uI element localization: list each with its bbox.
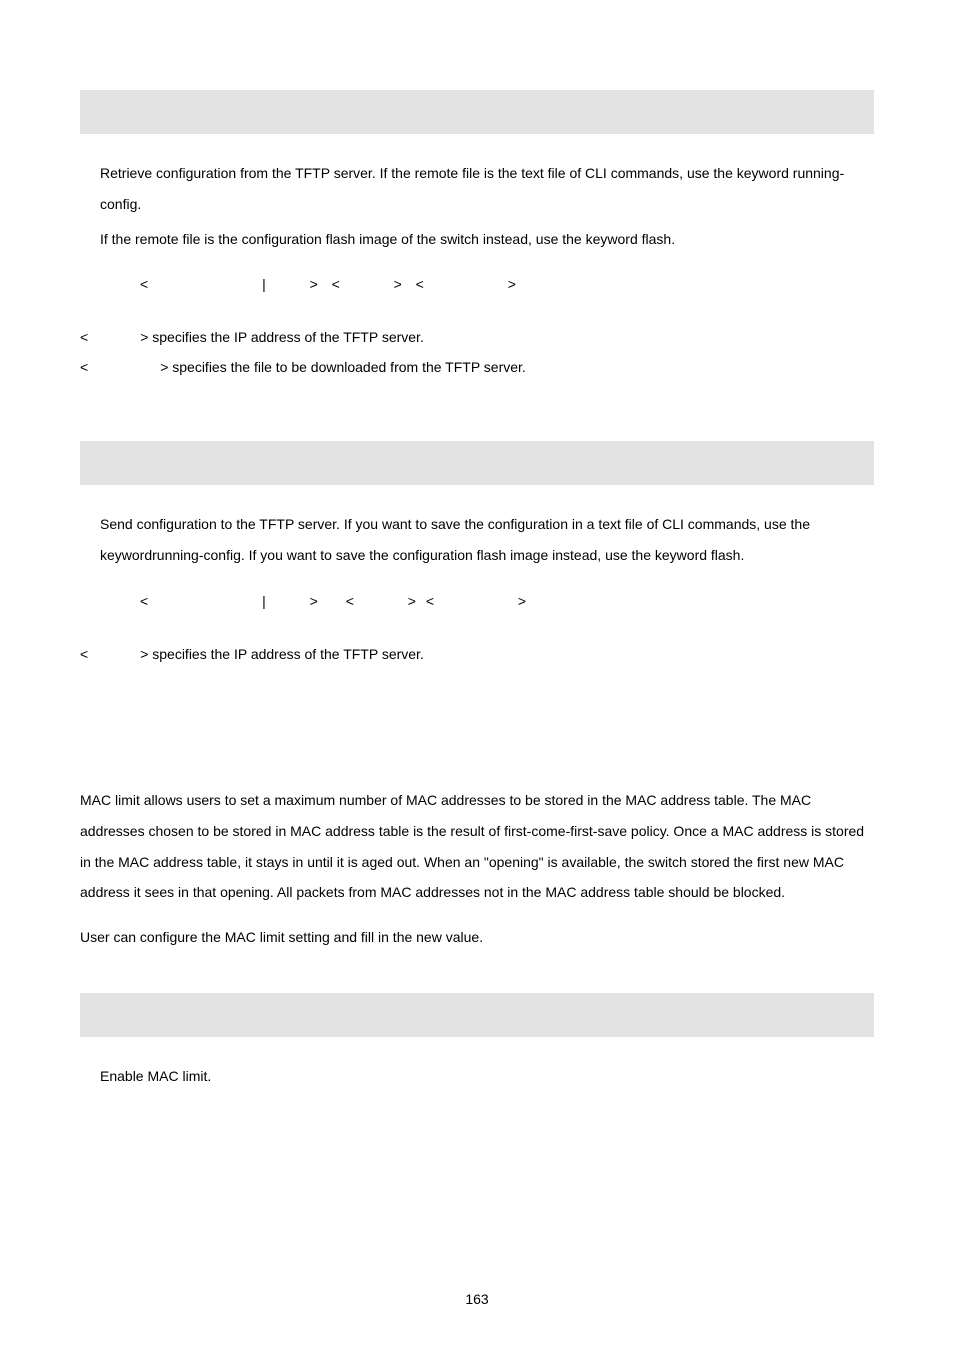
section-heading-mac-limit: MAC Limit (80, 728, 874, 755)
body-paragraph: User can configure the MAC limit setting… (80, 922, 874, 953)
parameter-text: > specifies the IP address of the TFTP s… (140, 646, 424, 662)
page-number: 163 (0, 1289, 954, 1310)
section-heading-copy-running-config-tftp: copy running-config tftp (80, 441, 874, 485)
body-paragraph: Retrieve configuration from the TFTP ser… (80, 158, 874, 220)
parameter-line: < > specifies the file to be downloaded f… (80, 353, 874, 381)
parameter-text: > specifies the IP address of the TFTP s… (140, 329, 424, 345)
angle-bracket: < (80, 359, 88, 375)
angle-bracket: > (310, 593, 318, 609)
angle-bracket: > (408, 593, 416, 609)
angle-bracket: > (394, 276, 402, 292)
angle-bracket: > (508, 276, 516, 292)
document-page: copy tftp Retrieve configuration from th… (0, 0, 954, 1350)
section-heading-copy-tftp: copy tftp (80, 90, 874, 134)
angle-bracket: < (332, 276, 340, 292)
angle-bracket: < (80, 646, 88, 662)
pipe-char: | (262, 276, 266, 292)
parameter-text: > specifies the file to be downloaded fr… (160, 359, 526, 375)
angle-bracket: > (310, 276, 318, 292)
angle-bracket: < (346, 593, 354, 609)
parameter-line: < > specifies the IP address of the TFTP … (80, 323, 874, 351)
body-paragraph: Enable MAC limit. (80, 1061, 874, 1092)
syntax-line: < | > < > < > (80, 274, 874, 295)
angle-bracket: < (416, 276, 424, 292)
parameter-line: < > specifies the IP address of the TFTP … (80, 640, 874, 668)
angle-bracket: > (518, 593, 526, 609)
section-heading-mac-limit-enable: mac-limit enable (80, 993, 874, 1037)
body-paragraph: Send configuration to the TFTP server. I… (80, 509, 874, 571)
angle-bracket: < (426, 593, 434, 609)
angle-bracket: < (140, 593, 148, 609)
angle-bracket: < (140, 276, 148, 292)
body-paragraph: MAC limit allows users to set a maximum … (80, 785, 874, 908)
pipe-char: | (262, 593, 266, 609)
angle-bracket: < (80, 329, 88, 345)
body-paragraph: If the remote file is the configuration … (80, 224, 874, 255)
syntax-line: < | > < > < > (80, 591, 874, 612)
